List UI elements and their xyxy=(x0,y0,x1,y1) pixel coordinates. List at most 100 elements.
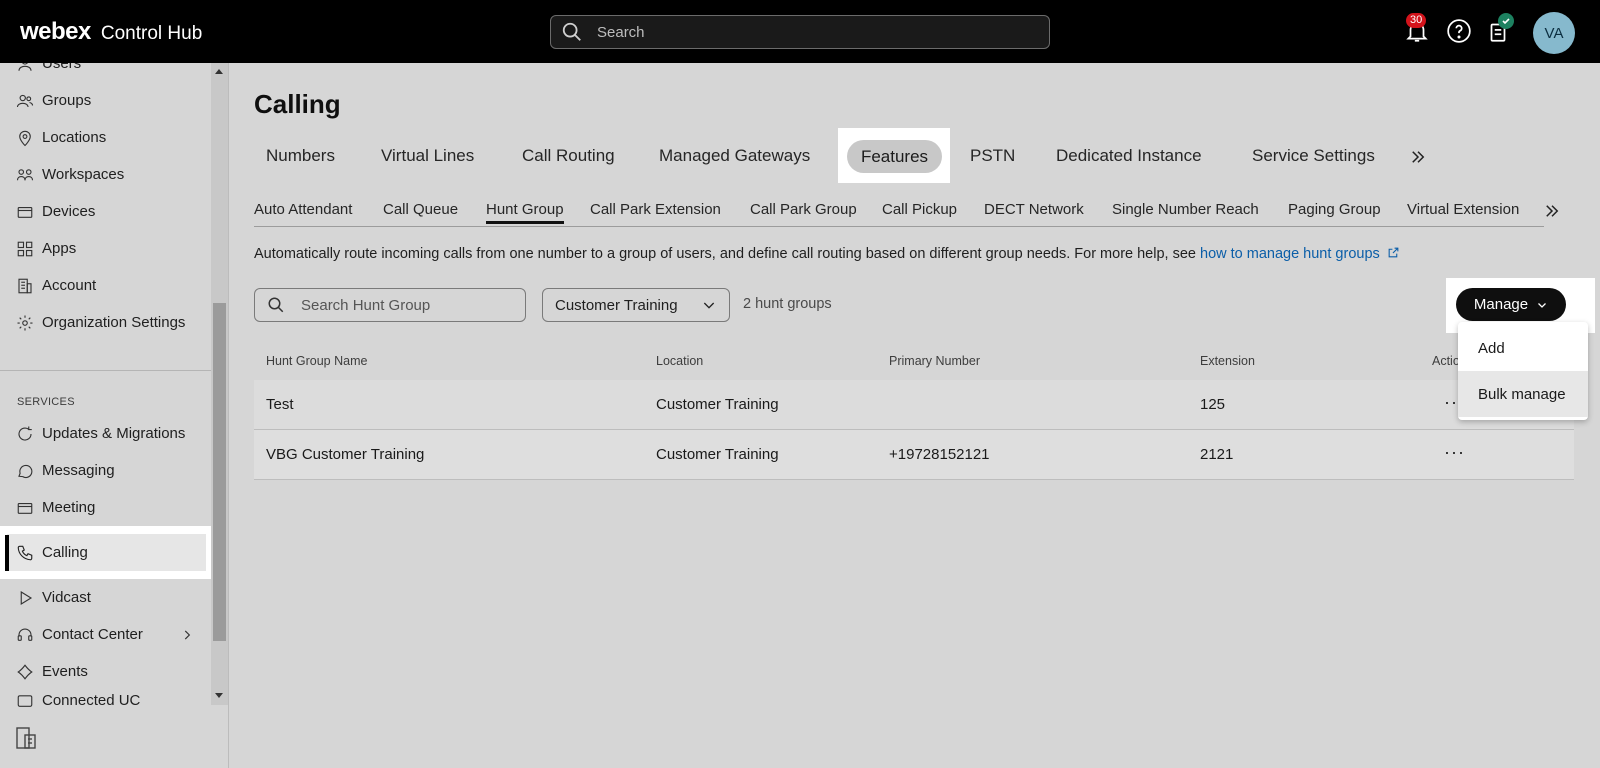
sidebar-item-groups[interactable]: Groups xyxy=(0,82,210,119)
users-icon xyxy=(18,63,32,71)
tab-features-wrap: Features xyxy=(838,128,950,183)
search-icon xyxy=(562,22,581,41)
scroll-thumb[interactable] xyxy=(213,303,226,641)
sidebar-item-label: Locations xyxy=(42,129,107,146)
sidebar-item-meeting[interactable]: Meeting xyxy=(0,489,210,526)
sidebar-item-label: Apps xyxy=(42,240,77,257)
subtab-call-pickup[interactable]: Call Pickup xyxy=(882,201,957,218)
sidebar-item-messaging[interactable]: Messaging xyxy=(0,452,210,489)
sidebar-item-workspaces[interactable]: Workspaces xyxy=(0,156,210,193)
global-search-input[interactable]: Search xyxy=(550,15,1050,49)
manage-dropdown-menu: Add Bulk manage xyxy=(1458,322,1588,420)
sidebar-divider xyxy=(0,370,211,371)
menu-item-bulk-manage[interactable]: Bulk manage xyxy=(1458,371,1588,417)
sidebar-item-label: Organization Settings xyxy=(42,314,186,331)
column-header-primary-number[interactable]: Primary Number xyxy=(889,354,980,368)
external-link-icon[interactable] xyxy=(1387,246,1400,259)
help-icon[interactable] xyxy=(1446,18,1472,44)
tab-features[interactable]: Features xyxy=(847,140,942,173)
column-header-name[interactable]: Hunt Group Name xyxy=(266,354,367,368)
search-hunt-group-input[interactable]: Search Hunt Group xyxy=(254,288,526,322)
subtab-bar: Auto Attendant Call Queue Hunt Group Cal… xyxy=(254,195,1544,227)
tab-numbers[interactable]: Numbers xyxy=(266,129,335,183)
devices-icon xyxy=(17,206,33,218)
subtab-auto-attendant[interactable]: Auto Attendant xyxy=(254,201,352,218)
gear-icon xyxy=(17,315,33,330)
subtab-call-park-extension[interactable]: Call Park Extension xyxy=(590,201,721,218)
sidebar-item-apps[interactable]: Apps xyxy=(0,230,210,267)
sidebar-item-users[interactable]: Users xyxy=(0,63,210,82)
subtab-paging-group[interactable]: Paging Group xyxy=(1288,201,1381,218)
sidebar-item-label: Workspaces xyxy=(42,166,125,183)
sidebar-item-events[interactable]: Events xyxy=(0,653,210,690)
location-filter-select[interactable]: Customer Training xyxy=(542,288,730,322)
more-subtabs-icon[interactable] xyxy=(1543,202,1561,220)
sidebar-item-connected-uc[interactable]: Connected UC xyxy=(0,690,210,712)
subtab-virtual-extension[interactable]: Virtual Extension xyxy=(1407,201,1519,218)
location-filter-value: Customer Training xyxy=(555,296,678,314)
building-icon xyxy=(18,278,32,293)
sidebar-item-locations[interactable]: Locations xyxy=(0,119,210,156)
sidebar-item-vidcast[interactable]: Vidcast xyxy=(0,579,210,616)
sidebar-item-updates-migrations[interactable]: Updates & Migrations xyxy=(0,415,210,452)
row-primary-number: +19728152121 xyxy=(889,446,990,463)
apps-icon xyxy=(17,241,33,256)
sidebar-item-label: Meeting xyxy=(42,499,96,516)
phone-icon xyxy=(17,545,33,560)
sidebar-item-label: Updates & Migrations xyxy=(42,425,186,442)
tab-managed-gateways[interactable]: Managed Gateways xyxy=(659,129,810,183)
services-section-label: SERVICES xyxy=(17,396,75,408)
meeting-icon xyxy=(17,502,33,514)
sidebar-active-highlight: Calling xyxy=(0,526,220,579)
row-location: Customer Training xyxy=(656,446,779,463)
subtab-call-park-group[interactable]: Call Park Group xyxy=(750,201,857,218)
row-location: Customer Training xyxy=(656,396,779,413)
subtab-call-queue[interactable]: Call Queue xyxy=(383,201,458,218)
sidebar: Users Groups Locations Workspaces Device… xyxy=(0,63,229,768)
status-check-icon xyxy=(1498,13,1514,29)
sidebar-item-label: Contact Center xyxy=(42,626,143,643)
sidebar-item-label: Vidcast xyxy=(42,589,91,606)
sidebar-item-label: Groups xyxy=(42,92,92,109)
sidebar-item-organization-settings[interactable]: Organization Settings xyxy=(0,304,210,341)
search-icon xyxy=(268,297,284,313)
help-link[interactable]: how to manage hunt groups xyxy=(1200,246,1380,262)
subtab-single-number-reach[interactable]: Single Number Reach xyxy=(1112,201,1259,218)
scroll-up-arrow[interactable] xyxy=(215,69,223,74)
subtab-dect-network[interactable]: DECT Network xyxy=(984,201,1084,218)
page-description: Automatically route incoming calls from … xyxy=(254,246,1400,262)
row-actions-icon[interactable]: ··· xyxy=(1444,442,1465,463)
row-name: VBG Customer Training xyxy=(266,446,425,463)
sidebar-item-label: Messaging xyxy=(42,462,115,479)
sidebar-item-contact-center[interactable]: Contact Center xyxy=(0,616,210,653)
subtab-hunt-group[interactable]: Hunt Group xyxy=(486,201,564,224)
sidebar-item-calling[interactable]: Calling xyxy=(7,534,206,571)
groups-icon xyxy=(16,94,34,107)
manage-button[interactable]: Manage xyxy=(1456,288,1566,321)
building-icon[interactable] xyxy=(14,725,38,751)
scroll-down-arrow[interactable] xyxy=(215,693,223,698)
tab-virtual-lines[interactable]: Virtual Lines xyxy=(381,129,474,183)
column-header-extension[interactable]: Extension xyxy=(1200,354,1255,368)
user-avatar[interactable]: VA xyxy=(1533,12,1575,54)
sidebar-scrollbar[interactable] xyxy=(211,63,228,705)
sidebar-item-label: Account xyxy=(42,277,97,294)
tab-pstn[interactable]: PSTN xyxy=(970,129,1015,183)
page-title: Calling xyxy=(254,89,341,119)
tab-dedicated-instance[interactable]: Dedicated Instance xyxy=(1056,129,1202,183)
sidebar-item-label: Events xyxy=(42,663,88,680)
sidebar-item-devices[interactable]: Devices xyxy=(0,193,210,230)
menu-item-add[interactable]: Add xyxy=(1458,325,1588,371)
tab-call-routing[interactable]: Call Routing xyxy=(522,129,615,183)
column-header-location[interactable]: Location xyxy=(656,354,703,368)
play-icon xyxy=(20,590,33,605)
tab-service-settings[interactable]: Service Settings xyxy=(1252,129,1375,183)
table-row[interactable]: Test Customer Training 125 ··· xyxy=(254,380,1574,430)
app-logo[interactable]: webex Control Hub xyxy=(20,18,202,46)
sidebar-item-label: Calling xyxy=(42,544,88,561)
refresh-icon xyxy=(18,426,32,441)
sidebar-item-account[interactable]: Account xyxy=(0,267,210,304)
table-row[interactable]: VBG Customer Training Customer Training … xyxy=(254,430,1574,480)
events-icon xyxy=(17,663,33,680)
more-tabs-icon[interactable] xyxy=(1409,148,1427,166)
